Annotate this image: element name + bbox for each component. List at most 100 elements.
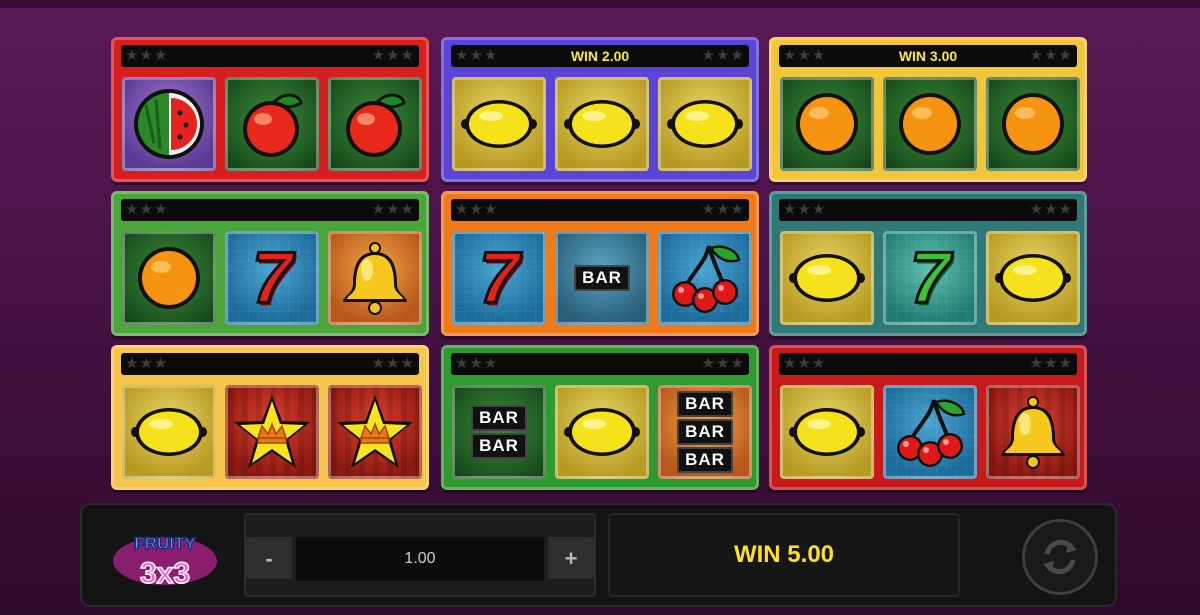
top-strip — [0, 0, 1200, 8]
lemon-icon — [460, 94, 538, 154]
bar-label: BAR — [677, 391, 733, 417]
machine-header: ★★★ WIN 3.00 ★★★ — [779, 45, 1077, 67]
bar-icon: BAR — [574, 264, 630, 292]
cherry-icon — [665, 240, 745, 316]
reel-cell — [780, 77, 874, 171]
lemon-icon — [994, 248, 1072, 308]
bar-label: BAR — [677, 447, 733, 473]
stars-left-icon: ★★★ — [455, 201, 499, 218]
machine-header: ★★★ ★★★ — [451, 199, 749, 221]
stars-right-icon: ★★★ — [701, 47, 745, 64]
stake-selector: - 1.00 + — [244, 513, 596, 597]
stars-right-icon: ★★★ — [701, 201, 745, 218]
reel-cell — [452, 77, 546, 171]
stars-left-icon: ★★★ — [125, 355, 169, 372]
lemon-icon — [788, 248, 866, 308]
bar-label: BAR — [471, 433, 527, 459]
reel-cell — [122, 77, 216, 171]
stars-left-icon: ★★★ — [125, 201, 169, 218]
stars-right-icon: ★★★ — [371, 201, 415, 218]
slot-machine-2: ★★★ WIN 2.00 ★★★ — [441, 37, 759, 182]
control-bar: FRUITY 3x3 - 1.00 + WIN 5.00 — [80, 503, 1117, 607]
machine-header: ★★★ ★★★ — [779, 199, 1077, 221]
reel-cell — [225, 77, 319, 171]
stars-left-icon: ★★★ — [125, 47, 169, 64]
machine-header: ★★★ WIN 2.00 ★★★ — [451, 45, 749, 67]
reel-cell — [658, 77, 752, 171]
reel-cell — [555, 385, 649, 479]
reel-cell — [225, 385, 319, 479]
machine-header: ★★★ ★★★ — [121, 199, 419, 221]
stars-right-icon: ★★★ — [1029, 47, 1073, 64]
stars-left-icon: ★★★ — [455, 355, 499, 372]
slot-machine-8: ★★★ ★★★ BAR BAR BAR BAR BAR — [441, 345, 759, 490]
seven-icon: 7 — [477, 238, 520, 318]
stars-left-icon: ★★★ — [783, 355, 827, 372]
svg-text:3x3: 3x3 — [140, 557, 190, 590]
reel-cell: 7 — [883, 231, 977, 325]
reel-cell — [328, 385, 422, 479]
lemon-icon — [130, 402, 208, 462]
orange-icon — [134, 243, 204, 313]
reel-cell — [780, 385, 874, 479]
machine-header: ★★★ ★★★ — [451, 353, 749, 375]
reel-cell — [122, 385, 216, 479]
lemon-icon — [666, 94, 744, 154]
game-logo: FRUITY 3x3 — [110, 523, 220, 593]
stars-right-icon: ★★★ — [1029, 355, 1073, 372]
reel-cell: BAR BAR — [452, 385, 546, 479]
reel-cell — [122, 231, 216, 325]
watermelon-icon — [130, 85, 208, 163]
spin-button[interactable] — [1022, 519, 1098, 595]
reel-cell — [986, 231, 1080, 325]
seven-icon: 7 — [250, 238, 293, 318]
reel-cell: BAR BAR BAR — [658, 385, 752, 479]
stars-left-icon: ★★★ — [783, 201, 827, 218]
reel-cell — [328, 77, 422, 171]
orange-icon — [235, 87, 309, 161]
triple-bar-icon: BAR BAR BAR — [677, 390, 733, 474]
lemon-icon — [563, 402, 641, 462]
orange-icon — [338, 87, 412, 161]
reel-cell — [883, 385, 977, 479]
reel-cell: BAR — [555, 231, 649, 325]
stars-right-icon: ★★★ — [371, 47, 415, 64]
bell-icon — [335, 238, 415, 318]
reel-cell — [328, 231, 422, 325]
reel-cell — [780, 231, 874, 325]
slot-machine-5: ★★★ ★★★ 7 BAR — [441, 191, 759, 336]
bar-label: BAR — [574, 265, 630, 291]
bar-label: BAR — [471, 405, 527, 431]
orange-icon — [792, 89, 862, 159]
reel-cell — [883, 77, 977, 171]
bell-icon — [993, 392, 1073, 472]
crown-star-icon — [333, 392, 417, 472]
orange-icon — [998, 89, 1068, 159]
machine-header: ★★★ ★★★ — [121, 45, 419, 67]
orange-icon — [895, 89, 965, 159]
crown-star-icon — [230, 392, 314, 472]
stars-right-icon: ★★★ — [1029, 201, 1073, 218]
slot-machine-4: ★★★ ★★★ 7 — [111, 191, 429, 336]
reel-cell — [986, 385, 1080, 479]
slot-machine-6: ★★★ ★★★ 7 — [769, 191, 1087, 336]
stake-increase-button[interactable]: + — [548, 537, 594, 581]
stars-right-icon: ★★★ — [371, 355, 415, 372]
cherry-icon — [890, 394, 970, 470]
total-win-display: WIN 5.00 — [608, 513, 960, 597]
bar-label: BAR — [677, 419, 733, 445]
reel-cell: 7 — [452, 231, 546, 325]
machine-header: ★★★ ★★★ — [779, 353, 1077, 375]
lemon-icon — [563, 94, 641, 154]
lemon-icon — [788, 402, 866, 462]
stake-value: 1.00 — [296, 537, 544, 581]
double-bar-icon: BAR BAR — [471, 404, 527, 460]
reel-cell — [986, 77, 1080, 171]
refresh-icon — [1043, 539, 1077, 575]
reel-cell — [555, 77, 649, 171]
stake-decrease-button[interactable]: - — [246, 537, 292, 581]
slot-machine-1: ★★★ ★★★ — [111, 37, 429, 182]
slot-machine-3: ★★★ WIN 3.00 ★★★ — [769, 37, 1087, 182]
stars-right-icon: ★★★ — [701, 355, 745, 372]
reel-cell — [658, 231, 752, 325]
